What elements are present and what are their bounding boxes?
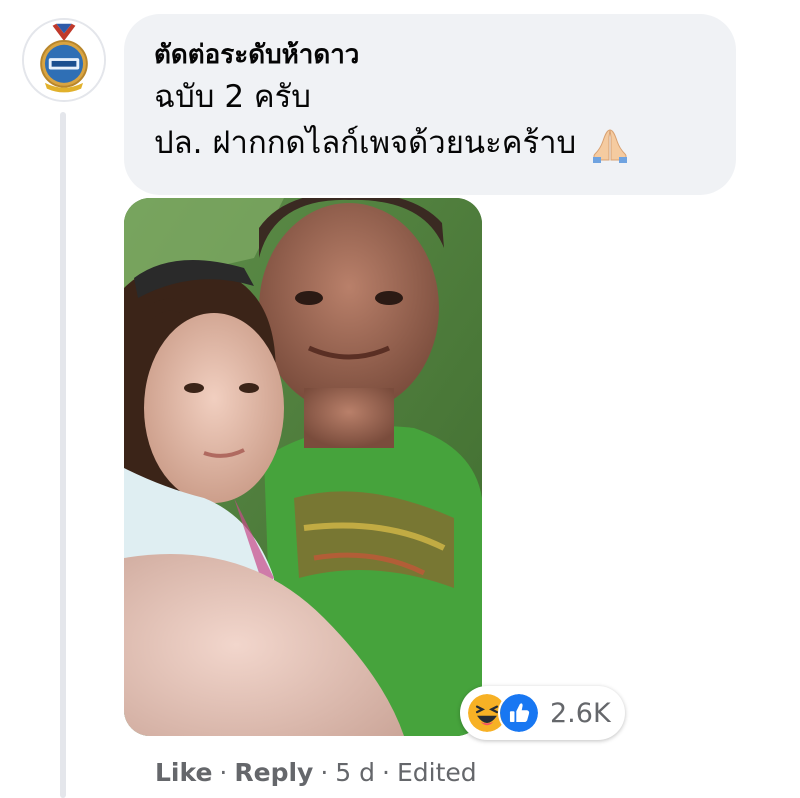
comment-text-line-2-text: ปล. ฝากกดไลก์เพจด้วยนะคร้าบ (154, 125, 577, 161)
separator: · (320, 757, 329, 787)
avatar[interactable] (22, 18, 106, 102)
like-icon (498, 692, 540, 734)
comment-actions: Like · Reply · 5 d · Edited (155, 752, 477, 792)
comment-author[interactable]: ตัดต่อระดับห้าดาว (154, 36, 706, 74)
reply-button[interactable]: Reply (234, 758, 313, 787)
comment-bubble: ตัดต่อระดับห้าดาว ฉบับ 2 ครับ ปล. ฝากกดไ… (124, 14, 736, 195)
comment-text-line-2: ปล. ฝากกดไลก์เพจด้วยนะคร้าบ (154, 120, 706, 166)
comment-photo[interactable] (124, 198, 482, 736)
photo-image (124, 198, 482, 736)
folded-hands-icon (590, 127, 630, 163)
reaction-summary[interactable]: 2.6K (460, 686, 625, 740)
like-button[interactable]: Like (155, 758, 212, 787)
edited-label[interactable]: Edited (397, 758, 477, 787)
page-logo-icon (24, 20, 104, 100)
separator: · (382, 757, 390, 787)
thread-line (60, 112, 66, 798)
comment-timestamp[interactable]: 5 d (335, 758, 375, 787)
reaction-count: 2.6K (550, 697, 611, 729)
separator: · (219, 757, 228, 787)
comment-thread: ตัดต่อระดับห้าดาว ฉบับ 2 ครับ ปล. ฝากกดไ… (0, 0, 800, 798)
comment-text-line-1: ฉบับ 2 ครับ (154, 79, 311, 115)
